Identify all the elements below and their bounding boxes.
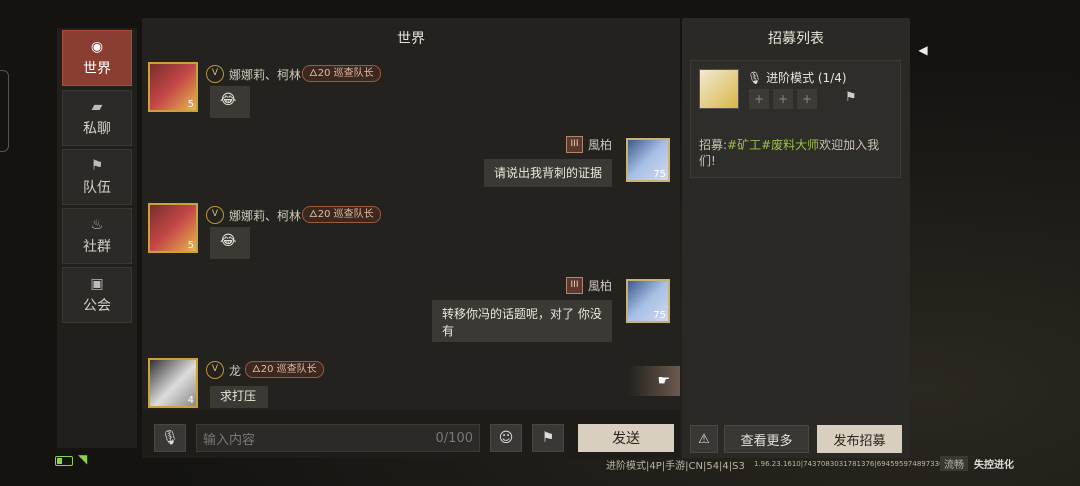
message-input[interactable]: 输入内容 0/100	[196, 424, 480, 452]
smiley-icon: ☺	[498, 430, 514, 446]
desc-prefix: 招募:	[699, 138, 728, 152]
nav-community[interactable]: ♨ 社群	[62, 208, 132, 264]
nav-private-chat[interactable]: ▰ 私聊	[62, 90, 132, 146]
avatar[interactable]: 5	[148, 203, 198, 253]
avatar[interactable]: 4	[148, 358, 198, 408]
recruit-mode: 🎙 进阶模式 (1/4)	[747, 69, 847, 86]
campfire-icon: ♨	[90, 216, 104, 233]
avatar[interactable]: 75	[626, 279, 670, 323]
nav-label: 世界	[83, 60, 111, 77]
warning-icon: ⚠	[698, 431, 710, 447]
recruit-card[interactable]: 🎙 进阶模式 (1/4) + + + ⚑ 招募:#矿工#废料大师欢迎加入我们!	[690, 60, 901, 178]
nav-label: 社群	[83, 238, 111, 255]
voice-toggle-button[interactable]: 🎙	[154, 424, 186, 452]
team-avatar[interactable]	[699, 69, 739, 109]
nav-guild[interactable]: ▣ 公会	[62, 267, 132, 323]
empty-slot[interactable]: +	[797, 89, 817, 109]
vip-badge: V	[206, 361, 224, 379]
level-label: 75	[653, 169, 666, 180]
chat-title: 世界	[397, 31, 425, 47]
title-tag: 🜂20 巡查队长	[302, 65, 381, 82]
recruit-description: 招募:#矿工#废料大师欢迎加入我们!	[699, 137, 895, 169]
message-bubble[interactable]: 求打压	[210, 386, 268, 408]
chat-panel: 世界 5 V 娜娜莉、柯林 🜂20 巡查队长 😂 III 風柏 75 请说出我背…	[142, 18, 680, 458]
nav-label: 公会	[83, 297, 111, 314]
message-text: 转移你冯的话题呢，对了 你没有	[442, 307, 602, 338]
title-tag: 🜂20 巡查队长	[302, 206, 381, 223]
flag-share-icon: ⚑	[541, 430, 555, 446]
nav-label: 私聊	[83, 120, 111, 137]
avatar[interactable]: 75	[626, 138, 670, 182]
input-placeholder: 输入内容	[203, 432, 256, 448]
view-more-button[interactable]: 查看更多	[724, 425, 809, 453]
title-tag: 🜂20 巡查队长	[245, 361, 324, 378]
globe-icon: ◉	[90, 38, 104, 55]
rank-badge: III	[566, 136, 583, 153]
mode-label: 进阶模式 (1/4)	[766, 71, 847, 85]
sender-name[interactable]: 風柏	[588, 136, 612, 153]
empty-slot[interactable]: +	[749, 89, 769, 109]
nav-team[interactable]: ⚑ 队伍	[62, 149, 132, 205]
battery-icon	[55, 456, 73, 466]
char-counter: 0/100	[435, 430, 473, 446]
flag-icon: ⚑	[90, 157, 104, 174]
level-label: 4	[187, 395, 194, 406]
chat-input-bar: 🎙 输入内容 0/100 ☺ ⚑ 发送	[142, 410, 680, 458]
share-flag-button[interactable]: ⚑	[532, 424, 564, 452]
desc-tags: #矿工#废料大师	[727, 138, 820, 152]
server-info: 进阶模式|4P|手游|CN|54|4|S3	[606, 461, 745, 472]
rank-badge: III	[566, 277, 583, 294]
message-bubble[interactable]: 😂	[210, 227, 250, 259]
chat-bubble-icon: ▰	[91, 98, 103, 115]
jump-to-latest-button[interactable]: ☛	[628, 366, 680, 396]
level-label: 75	[653, 310, 666, 321]
collapse-arrow-icon[interactable]: ◀	[912, 36, 934, 64]
message-text: 请说出我背刺的证据	[494, 166, 603, 180]
empty-slot[interactable]: +	[773, 89, 793, 109]
wifi-icon: ◥	[78, 452, 88, 466]
report-button[interactable]: ⚠	[690, 425, 718, 453]
emoji-button[interactable]: ☺	[490, 424, 522, 452]
message-text: 😂	[220, 92, 237, 108]
message-bubble[interactable]: 转移你冯的话题呢，对了 你没有	[432, 300, 612, 342]
banner-icon: ▣	[90, 275, 104, 292]
hand-pointer-icon: ☛	[657, 373, 670, 389]
message-text: 😂	[220, 233, 237, 249]
mic-icon: 🎙	[747, 71, 763, 85]
sender-name[interactable]: 娜娜莉、柯林	[229, 66, 301, 83]
sender-name[interactable]: 風柏	[588, 277, 612, 294]
message-bubble[interactable]: 请说出我背刺的证据	[484, 159, 612, 187]
publish-recruit-button[interactable]: 发布招募	[817, 425, 902, 453]
game-logo: 失控进化	[974, 460, 1014, 471]
recruit-panel: 招募列表 🎙 进阶模式 (1/4) + + + ⚑ 招募:#矿工#废料大师欢迎加…	[682, 18, 910, 458]
join-flag-icon[interactable]: ⚑	[845, 90, 857, 105]
avatar[interactable]: 5	[148, 62, 198, 112]
sender-name[interactable]: 龙	[229, 362, 241, 379]
nav-world[interactable]: ◉ 世界	[62, 30, 132, 86]
voice-icon: 🎙	[161, 430, 179, 446]
level-label: 5	[187, 99, 194, 110]
side-pull-handle[interactable]	[0, 70, 9, 152]
level-label: 5	[187, 240, 194, 251]
vip-badge: V	[206, 65, 224, 83]
channel-nav: ◉ 世界 ▰ 私聊 ⚑ 队伍 ♨ 社群 ▣ 公会	[57, 28, 137, 448]
recruit-title: 招募列表	[768, 31, 824, 47]
network-status: 流畅	[940, 456, 968, 471]
message-bubble[interactable]: 😂	[210, 86, 250, 118]
sender-name[interactable]: 娜娜莉、柯林	[229, 207, 301, 224]
message-text: 求打压	[220, 389, 257, 403]
vip-badge: V	[206, 206, 224, 224]
build-info: 1.96.23.1610|7437083031781376|6945959748…	[754, 460, 953, 468]
send-button[interactable]: 发送	[578, 424, 674, 452]
nav-label: 队伍	[83, 179, 111, 196]
